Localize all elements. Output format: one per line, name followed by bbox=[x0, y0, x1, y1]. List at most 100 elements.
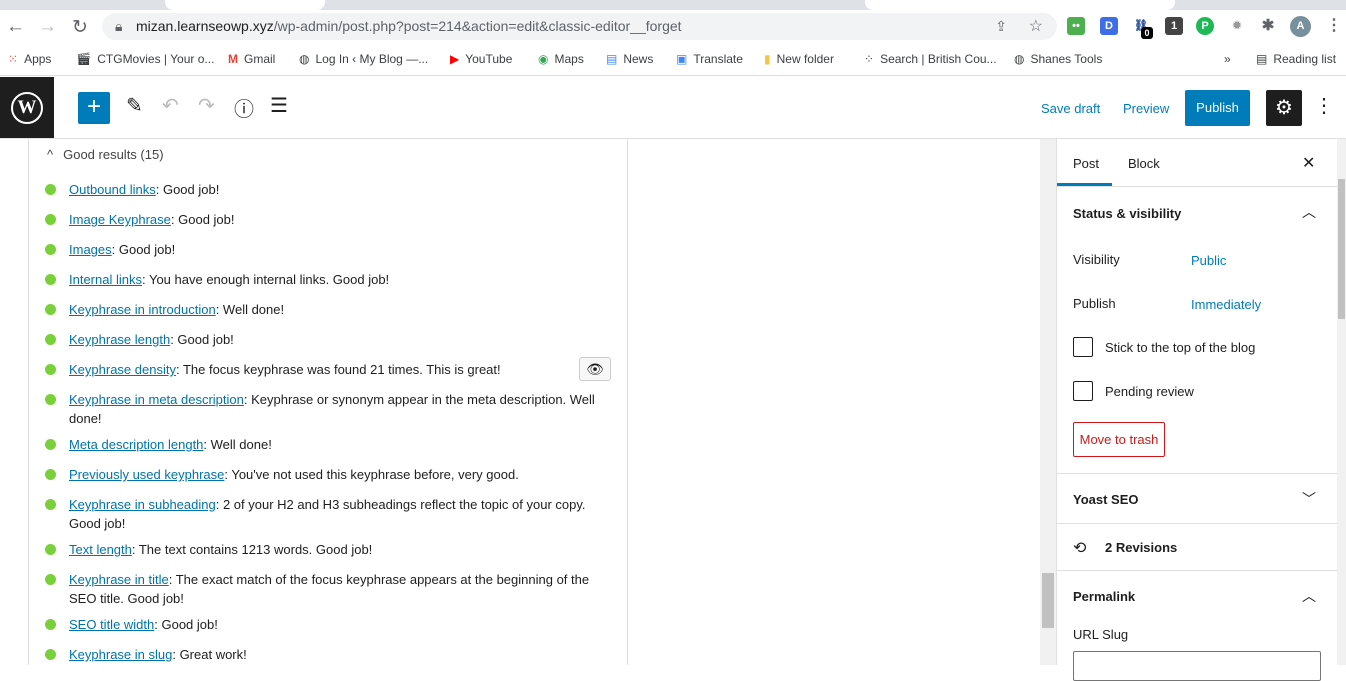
add-block-button[interactable]: + bbox=[78, 92, 110, 124]
share-icon[interactable]: ⇪ bbox=[995, 13, 1007, 40]
bookmark-shanes-tools[interactable]: ◍ Shanes Tools bbox=[1014, 52, 1102, 66]
url-input[interactable]: 🔒︎ mizan.learnseowp.xyz/wp-admin/post.php… bbox=[102, 13, 1057, 40]
info-icon[interactable]: ⓘ bbox=[234, 93, 254, 122]
pending-review-label: Pending review bbox=[1105, 384, 1194, 399]
good-status-icon bbox=[45, 244, 56, 255]
good-status-icon bbox=[45, 364, 56, 375]
tab-block[interactable]: Block bbox=[1128, 156, 1160, 171]
star-icon[interactable]: ☆ bbox=[1029, 13, 1043, 40]
assessment-item: Text length: The text contains 1213 word… bbox=[45, 540, 599, 559]
options-menu-icon[interactable]: ⋮ bbox=[1314, 93, 1334, 118]
sticky-checkbox[interactable] bbox=[1073, 337, 1093, 357]
d-extension-icon[interactable]: D bbox=[1100, 17, 1118, 35]
one-extension-icon[interactable]: 1 bbox=[1165, 17, 1183, 35]
assessment-link[interactable]: Meta description length bbox=[69, 437, 203, 452]
avatar[interactable]: A bbox=[1290, 16, 1311, 37]
publish-label: Publish bbox=[1073, 296, 1116, 311]
forward-icon[interactable]: → bbox=[38, 16, 57, 38]
assessment-link[interactable]: Keyphrase density bbox=[69, 362, 176, 377]
bookmark-apps[interactable]: ⁙ Apps bbox=[8, 52, 51, 66]
assessment-link[interactable]: Previously used keyphrase bbox=[69, 467, 224, 482]
bookmark-maps[interactable]: ◉ Maps bbox=[538, 52, 584, 66]
reload-icon[interactable]: ↻ bbox=[72, 16, 88, 39]
bookmark-label: YouTube bbox=[465, 52, 513, 66]
status-visibility-title[interactable]: Status & visibility bbox=[1073, 206, 1181, 221]
menu-icon[interactable]: ⋮ bbox=[1325, 17, 1343, 35]
wordpress-icon: W bbox=[11, 91, 43, 124]
maps-icon: ◉ bbox=[538, 52, 549, 66]
assessment-item: Keyphrase in title: The exact match of t… bbox=[45, 570, 599, 608]
p-extension-icon[interactable]: P bbox=[1196, 17, 1214, 35]
good-status-icon bbox=[45, 619, 56, 630]
url-path: /wp-admin/post.php?post=214&action=edit&… bbox=[273, 18, 682, 34]
bookmark-news[interactable]: ▤ News bbox=[606, 52, 653, 66]
yoast-seo-panel[interactable]: Yoast SEO ﹀ bbox=[1057, 474, 1338, 524]
bookmark-ctgmovies[interactable]: 🎬︎ CTGMovies | Your o... bbox=[76, 52, 214, 66]
puzzle-icon[interactable]: ✱ bbox=[1259, 17, 1277, 35]
assessment-link[interactable]: Keyphrase in introduction bbox=[69, 302, 216, 317]
url-slug-input[interactable] bbox=[1073, 651, 1321, 681]
chevron-up-icon[interactable]: ︿ bbox=[1302, 586, 1316, 606]
bookmark-british-council[interactable]: ⁘ Search | British Cou... bbox=[864, 52, 997, 66]
assessment-text: : You've not used this keyphrase before,… bbox=[224, 467, 519, 482]
active-tab[interactable] bbox=[165, 0, 325, 10]
bookmark-translate[interactable]: ▣ Translate bbox=[676, 52, 743, 66]
undo-icon[interactable]: ↶ bbox=[162, 93, 179, 118]
publish-button[interactable]: Publish bbox=[1185, 90, 1250, 126]
address-bar-row: ← → ↻ 🔒︎ mizan.learnseowp.xyz/wp-admin/po… bbox=[0, 10, 1346, 43]
redo-icon[interactable]: ↷ bbox=[198, 93, 215, 118]
preview-button[interactable]: Preview bbox=[1123, 101, 1169, 116]
assessment-link[interactable]: Outbound links bbox=[69, 182, 156, 197]
bookmark-new-folder[interactable]: ▮ New folder bbox=[764, 52, 834, 66]
visibility-value[interactable]: Public bbox=[1191, 253, 1226, 268]
highlight-keyphrase-button[interactable]: 👁︎ bbox=[579, 357, 611, 381]
bookmark-gmail[interactable]: M Gmail bbox=[228, 52, 275, 66]
scrollbar-thumb[interactable] bbox=[1042, 573, 1054, 628]
publish-date-value[interactable]: Immediately bbox=[1191, 297, 1261, 312]
extension-badge: 0 bbox=[1141, 27, 1153, 39]
globe-icon: ◍ bbox=[299, 52, 310, 66]
good-results-toggle[interactable]: ^ Good results (15) bbox=[47, 147, 164, 162]
good-status-icon bbox=[45, 544, 56, 555]
settings-button[interactable]: ⚙ bbox=[1266, 90, 1302, 126]
good-status-icon bbox=[45, 469, 56, 480]
assessment-link[interactable]: Images bbox=[69, 242, 112, 257]
list-view-icon[interactable]: ☰ bbox=[270, 93, 288, 118]
back-icon[interactable]: ← bbox=[6, 16, 25, 38]
assessment-item: Meta description length: Well done! bbox=[45, 435, 599, 454]
assessment-link[interactable]: Keyphrase in meta description bbox=[69, 392, 244, 407]
chevron-up-icon[interactable]: ︿ bbox=[1302, 202, 1316, 222]
bookmark-label: Translate bbox=[693, 52, 743, 66]
tab-post[interactable]: Post bbox=[1073, 156, 1099, 171]
revisions-link[interactable]: ⟲ 2 Revisions bbox=[1057, 524, 1338, 571]
wordpress-logo[interactable]: W bbox=[0, 77, 54, 138]
more-bookmarks-button[interactable]: » bbox=[1224, 52, 1231, 66]
seo-extension-icon[interactable]: ✹ bbox=[1228, 17, 1246, 35]
sidebar-scrollbar[interactable] bbox=[1337, 139, 1346, 665]
move-to-trash-button[interactable]: Move to trash bbox=[1073, 422, 1165, 457]
permalink-title[interactable]: Permalink bbox=[1073, 589, 1135, 604]
close-icon[interactable]: ✕ bbox=[1302, 153, 1315, 173]
bookmark-youtube[interactable]: ▶ YouTube bbox=[450, 52, 512, 66]
active-tab-2[interactable] bbox=[865, 0, 1175, 10]
assessment-link[interactable]: SEO title width bbox=[69, 617, 154, 632]
reading-list-button[interactable]: ▤ Reading list bbox=[1256, 52, 1336, 66]
save-draft-button[interactable]: Save draft bbox=[1041, 101, 1100, 116]
main-scrollbar[interactable] bbox=[1040, 139, 1056, 665]
frog-extension-icon[interactable]: •• bbox=[1067, 17, 1085, 35]
assessment-link[interactable]: Keyphrase in slug bbox=[69, 647, 172, 662]
assessment-link[interactable]: Keyphrase in title bbox=[69, 572, 169, 587]
pending-review-checkbox[interactable] bbox=[1073, 381, 1093, 401]
bookmark-label: Shanes Tools bbox=[1030, 52, 1103, 66]
edit-tools-icon[interactable]: ✎ bbox=[126, 93, 143, 118]
assessment-link[interactable]: Internal links bbox=[69, 272, 142, 287]
assessment-link[interactable]: Keyphrase in subheading bbox=[69, 497, 216, 512]
assessment-link[interactable]: Image Keyphrase bbox=[69, 212, 171, 227]
assessment-link[interactable]: Text length bbox=[69, 542, 132, 557]
bookmark-login[interactable]: ◍ Log In ‹ My Blog —... bbox=[299, 52, 428, 66]
assessment-link[interactable]: Keyphrase length bbox=[69, 332, 170, 347]
assessment-item: Keyphrase density: The focus keyphrase w… bbox=[45, 360, 599, 379]
assessment-text: : Good job! bbox=[111, 242, 176, 257]
history-icon: ⟲ bbox=[1073, 540, 1087, 557]
scrollbar-thumb[interactable] bbox=[1338, 179, 1345, 319]
